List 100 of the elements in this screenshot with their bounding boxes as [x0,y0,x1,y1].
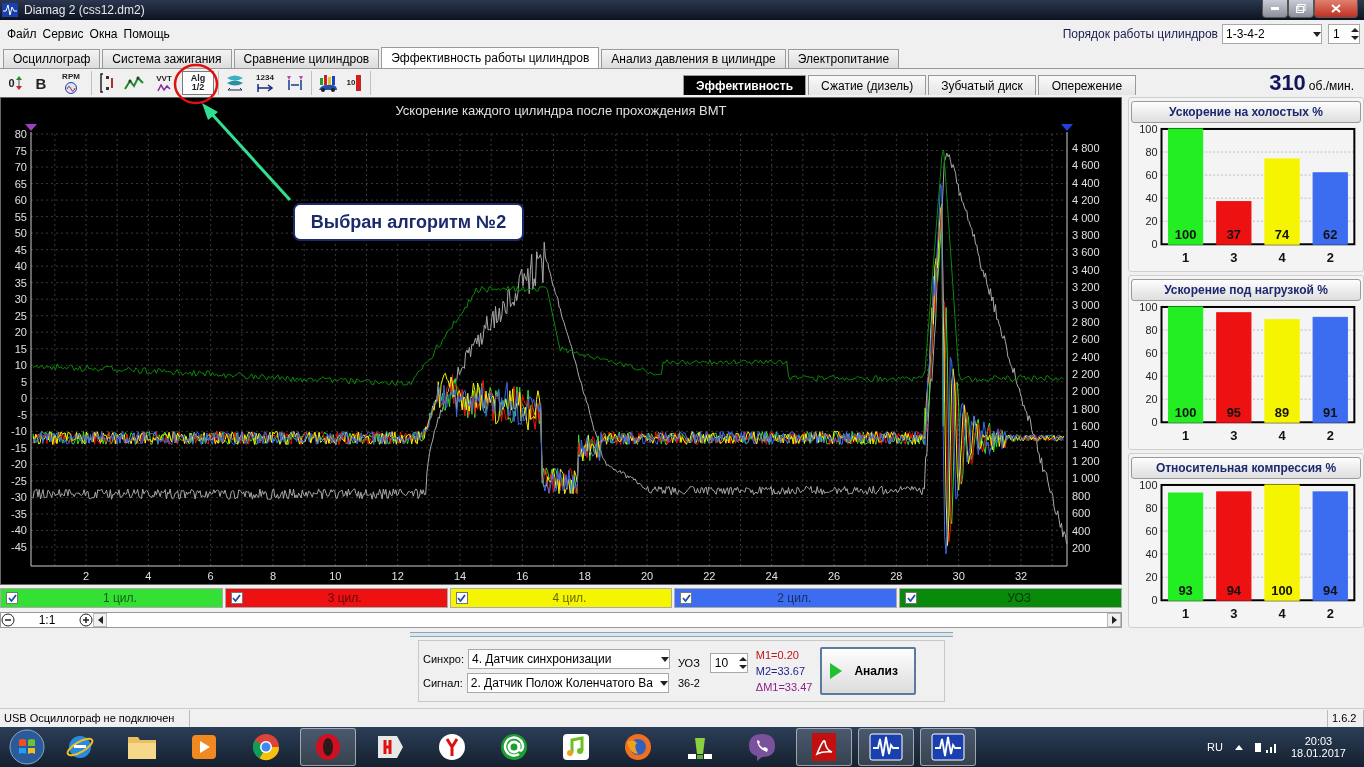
axis-label: -5 [17,408,27,421]
axis-label: 60 [1145,168,1158,181]
checkbox[interactable] [905,592,918,604]
channel-toggle[interactable]: 4 цил. [449,588,673,608]
axis-label: 28 [890,570,903,582]
uoz-spinner[interactable]: 10 [709,653,748,673]
tab[interactable]: Сравнение цилиндров [233,49,380,68]
axis-label: 3 200 [1072,281,1100,294]
checkbox[interactable] [680,592,693,604]
axis-label: 80 [1145,501,1158,514]
axis-label: 1 [1182,428,1190,444]
close-button[interactable] [1314,0,1358,18]
axis-label: 3 600 [1072,246,1100,259]
menu-item[interactable]: Окна [86,27,121,41]
toolbar-button[interactable]: 0 [3,71,27,95]
menu-item[interactable]: Файл [4,27,40,41]
toolbar-button[interactable]: RPM [55,71,87,95]
channel-toggle[interactable]: 1 цил. [0,588,223,608]
signal-label: Сигнал: [423,677,463,689]
channel-label: 4 цил. [551,591,588,605]
zoom-in-icon[interactable] [79,613,93,627]
scroll-left-button[interactable] [93,613,107,627]
axis-label: 2 000 [1072,385,1100,398]
value-label: 100 [1271,583,1293,599]
axis-label: 15 [14,342,27,355]
caret-icon [660,656,669,662]
sync-select[interactable]: 4. Датчик синхронизации [467,649,670,669]
language-indicator[interactable]: RU [1207,741,1223,753]
analyze-button[interactable]: Анализ [820,647,917,695]
checkbox[interactable] [230,592,243,604]
axis-label: 2 800 [1072,315,1100,328]
axis-label: 75 [14,144,27,157]
value-label: 100 [1174,227,1197,243]
axis-label: 40 [14,260,27,273]
axis-label: 800 [1072,489,1091,502]
check-icon [232,594,242,602]
tab[interactable]: Осциллограф [3,49,101,68]
menu-item[interactable]: Помощь [120,27,173,41]
markers-icon [285,74,305,92]
tray-arrow-icon[interactable] [1234,744,1243,750]
axis-label: 1 600 [1072,420,1100,433]
left-arrow-icon [97,616,103,624]
bold-button[interactable]: B [29,71,53,95]
zoom-level: 1:1 [37,613,57,627]
axis-label: 12 [391,570,404,582]
right-arrow-icon [1111,616,1117,624]
axis-label: 4 200 [1072,194,1100,207]
tab[interactable]: Система зажигания [102,49,232,68]
signal-select[interactable]: 2. Датчик Полож Коленчатого Ва [466,673,669,693]
minimize-button[interactable] [1262,0,1288,18]
axis-label: 1 [1182,606,1190,622]
taskbar-app[interactable] [300,728,356,766]
ring-icon [313,732,343,762]
axis-label: 55 [14,210,27,223]
axis-label: 100 [1139,300,1158,313]
axis-label: 4 [1278,606,1286,622]
signal-icon[interactable] [1254,741,1279,753]
zoom-out-icon[interactable] [1,613,15,627]
axis-label: 40 [1145,192,1158,204]
axis-label: 3 [1230,606,1238,622]
bar-icon [356,75,362,91]
maximize-button[interactable] [1288,0,1314,18]
checkbox[interactable] [455,592,468,604]
toolbar-button[interactable]: 10 [342,71,366,95]
axis-label: 6 [207,570,214,582]
toolbar-button[interactable]: 1234 [249,71,281,95]
axis-label: 22 [703,570,716,582]
axis-label: -40 [11,524,27,537]
toolbar-button[interactable]: VVT [148,71,180,95]
cylinder-spinner[interactable]: 1 [1328,24,1360,44]
axis-label: 4 000 [1072,211,1100,224]
tab[interactable]: Опережение [1037,75,1136,95]
tab[interactable]: Анализ давления в цилиндре [601,49,786,68]
scroll-right-button[interactable] [1107,613,1121,627]
axis-label: 20 [640,570,654,582]
fox-icon [623,732,653,762]
channel-label: 3 цил. [326,591,363,605]
axis-label: 3 800 [1072,228,1100,241]
checkbox[interactable] [6,592,18,604]
measurement-reading: M1=0.20 [755,649,800,661]
check-icon [457,594,467,602]
play-icon [191,734,217,760]
taskbar-app[interactable] [858,728,914,766]
axis-label: 1 400 [1072,437,1100,450]
tab[interactable]: Сжатие (дизель) [808,75,927,95]
firing-order-select[interactable]: 1-3-4-2 [1222,24,1322,44]
chart-header: Ускорение на холостых % [1131,101,1361,123]
tab[interactable]: Эффективность [683,75,807,95]
rpm-unit: об./мин. [1308,79,1354,93]
taskbar-app[interactable] [796,728,852,766]
taskbar-app[interactable] [920,728,976,766]
algorithm-button[interactable]: Alg 1/2 [182,71,214,95]
tab[interactable]: Эффективность работы цилиндров [381,47,600,68]
tab[interactable]: Зубчатый диск [928,75,1036,95]
menu-item[interactable]: Сервис [39,27,87,41]
close-icon [1331,4,1341,13]
axis-label: 3 [1230,428,1238,444]
sync-label: Синхро: [423,653,464,665]
value-label: 89 [1274,405,1290,421]
tab[interactable]: Электропитание [787,49,900,68]
